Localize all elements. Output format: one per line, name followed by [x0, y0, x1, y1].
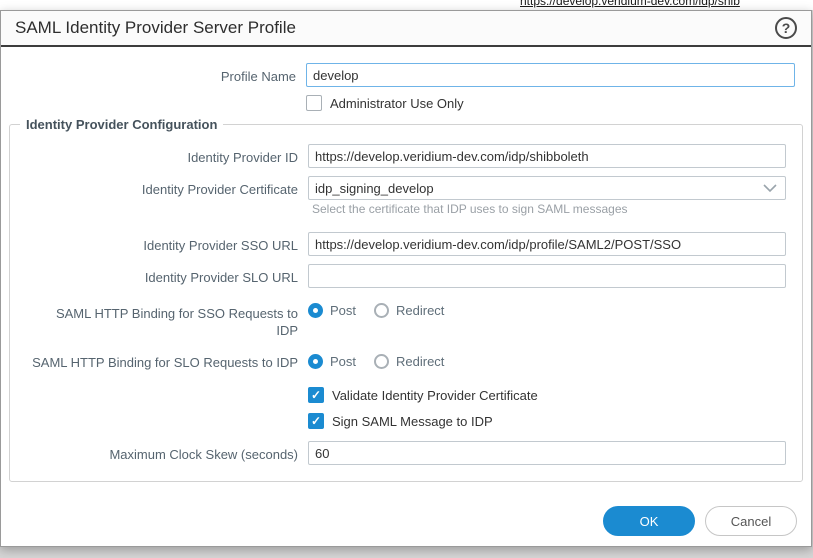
idp-cert-row: Identity Provider Certificate idp_signin…	[14, 176, 786, 200]
dialog-title: SAML Identity Provider Server Profile	[15, 18, 296, 38]
help-icon[interactable]: ?	[775, 17, 797, 39]
dialog-footer: OK Cancel	[603, 506, 797, 536]
validate-cert-label: Validate Identity Provider Certificate	[332, 388, 538, 403]
validate-cert-row: ✓ Validate Identity Provider Certificate	[14, 387, 786, 403]
background-page-strip: https://develop.veridium-dev.com/idp/shi…	[0, 0, 813, 10]
profile-name-row: Profile Name	[1, 63, 795, 87]
dialog-header: SAML Identity Provider Server Profile ?	[1, 11, 811, 47]
slo-binding-options: Post Redirect	[308, 353, 462, 369]
idp-config-fieldset: Identity Provider Configuration Identity…	[9, 117, 803, 482]
chevron-down-icon	[763, 181, 777, 196]
dialog-body: Profile Name Administrator Use Only Iden…	[1, 47, 811, 482]
slo-url-input[interactable]	[308, 264, 786, 288]
slo-binding-row: SAML HTTP Binding for SLO Requests to ID…	[14, 351, 786, 371]
admin-use-only-row: Administrator Use Only	[1, 95, 795, 111]
saml-idp-server-profile-dialog: SAML Identity Provider Server Profile ? …	[0, 10, 812, 547]
slo-binding-redirect-label: Redirect	[396, 354, 444, 369]
sign-saml-row: ✓ Sign SAML Message to IDP	[14, 413, 786, 429]
clock-skew-input[interactable]	[308, 441, 786, 465]
cancel-button[interactable]: Cancel	[705, 506, 797, 536]
idp-config-legend: Identity Provider Configuration	[20, 117, 223, 132]
idp-cert-label: Identity Provider Certificate	[14, 178, 298, 198]
sso-binding-post-radio[interactable]	[308, 303, 323, 318]
admin-use-only-checkbox[interactable]	[306, 95, 322, 111]
idp-cert-select[interactable]: idp_signing_develop	[308, 176, 786, 200]
slo-binding-redirect-radio[interactable]	[374, 354, 389, 369]
slo-url-label: Identity Provider SLO URL	[14, 266, 298, 286]
sso-url-label: Identity Provider SSO URL	[14, 234, 298, 254]
sso-url-input[interactable]	[308, 232, 786, 256]
sso-binding-redirect-radio[interactable]	[374, 303, 389, 318]
sso-binding-label: SAML HTTP Binding for SSO Requests to ID…	[44, 302, 298, 339]
idp-id-row: Identity Provider ID	[14, 144, 786, 168]
sign-saml-checkbox[interactable]: ✓	[308, 413, 324, 429]
sso-binding-options: Post Redirect	[308, 302, 462, 318]
clock-skew-row: Maximum Clock Skew (seconds)	[14, 441, 786, 465]
slo-binding-label: SAML HTTP Binding for SLO Requests to ID…	[14, 351, 298, 371]
idp-id-input[interactable]	[308, 144, 786, 168]
sign-saml-label: Sign SAML Message to IDP	[332, 414, 493, 429]
slo-binding-post-radio[interactable]	[308, 354, 323, 369]
sso-binding-redirect-label: Redirect	[396, 303, 444, 318]
sso-binding-row: SAML HTTP Binding for SSO Requests to ID…	[14, 302, 786, 339]
slo-binding-post-label: Post	[330, 354, 356, 369]
idp-cert-hint: Select the certificate that IDP uses to …	[312, 202, 776, 216]
validate-cert-checkbox[interactable]: ✓	[308, 387, 324, 403]
profile-name-input[interactable]	[306, 63, 795, 87]
background-url-text: https://develop.veridium-dev.com/idp/shi…	[520, 0, 740, 8]
slo-url-row: Identity Provider SLO URL	[14, 264, 786, 288]
idp-id-label: Identity Provider ID	[14, 146, 298, 166]
ok-button[interactable]: OK	[603, 506, 695, 536]
sso-binding-post-label: Post	[330, 303, 356, 318]
sso-url-row: Identity Provider SSO URL	[14, 232, 786, 256]
clock-skew-label: Maximum Clock Skew (seconds)	[14, 443, 298, 463]
profile-name-label: Profile Name	[1, 65, 296, 85]
admin-use-only-label: Administrator Use Only	[330, 96, 464, 111]
idp-cert-selected-value: idp_signing_develop	[315, 181, 434, 196]
